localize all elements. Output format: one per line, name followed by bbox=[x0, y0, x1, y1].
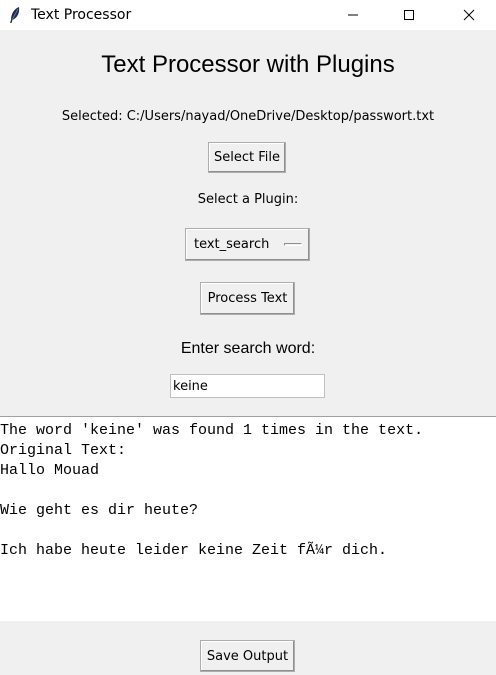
save-output-button[interactable]: Save Output bbox=[200, 640, 295, 672]
search-label: Enter search word: bbox=[180, 340, 316, 357]
close-button[interactable] bbox=[446, 0, 492, 30]
selected-file-label: Selected: C:/Users/nayad/OneDrive/Deskto… bbox=[61, 109, 435, 124]
plugin-label: Select a Plugin: bbox=[197, 192, 299, 207]
maximize-button[interactable] bbox=[386, 0, 432, 30]
select-file-button[interactable]: Select File bbox=[208, 142, 286, 173]
page-title: Text Processor with Plugins bbox=[101, 51, 395, 78]
output-text-area[interactable]: The word 'keine' was found 1 times in th… bbox=[0, 416, 496, 621]
close-icon bbox=[463, 9, 475, 21]
plugin-selected-value: text_search bbox=[194, 237, 270, 252]
window-title: Text Processor bbox=[31, 7, 132, 23]
output-text: The word 'keine' was found 1 times in th… bbox=[0, 422, 424, 559]
option-menu-indicator-icon bbox=[284, 243, 302, 246]
minimize-button[interactable] bbox=[330, 0, 376, 30]
minimize-icon bbox=[348, 14, 358, 16]
search-input[interactable] bbox=[170, 374, 325, 398]
title-bar: Text Processor bbox=[0, 0, 496, 30]
maximize-icon bbox=[404, 10, 414, 20]
plugin-select[interactable]: text_search bbox=[185, 228, 310, 261]
feather-icon bbox=[10, 7, 20, 23]
process-text-button[interactable]: Process Text bbox=[200, 282, 295, 315]
